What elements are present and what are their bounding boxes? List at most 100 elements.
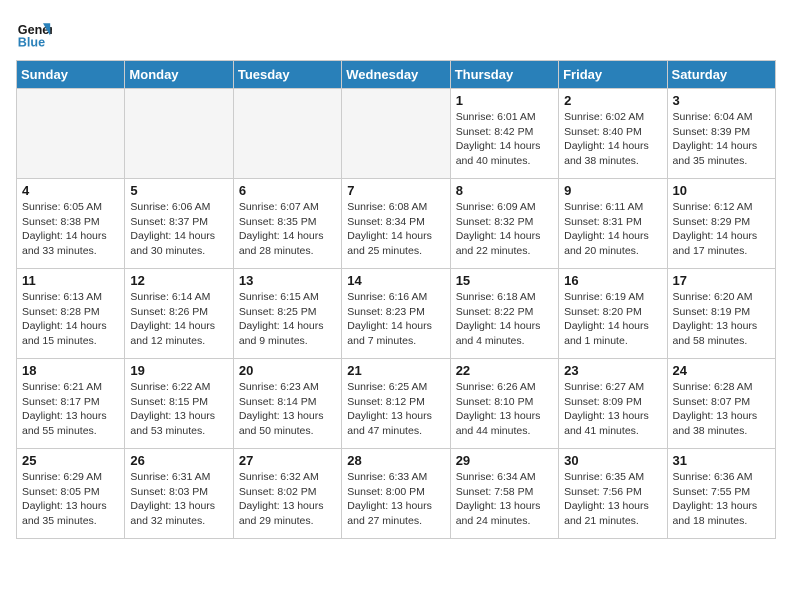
calendar-cell: 20 Sunrise: 6:23 AMSunset: 8:14 PMDayligh… xyxy=(233,359,341,449)
header: General Blue xyxy=(16,16,776,52)
day-number: 3 xyxy=(673,93,770,108)
day-info: Sunrise: 6:14 AMSunset: 8:26 PMDaylight:… xyxy=(130,290,227,349)
day-number: 25 xyxy=(22,453,119,468)
calendar-cell: 15Sunrise: 6:18 AMSunset: 8:22 PMDayligh… xyxy=(450,269,558,359)
day-info: Sunrise: 6:32 AMSunset: 8:02 PMDaylight:… xyxy=(239,470,336,529)
day-number: 21 xyxy=(347,363,444,378)
day-info: Sunrise: 6:04 AMSunset: 8:39 PMDaylight:… xyxy=(673,110,770,169)
day-number: 8 xyxy=(456,183,553,198)
weekday-header-tuesday: Tuesday xyxy=(233,61,341,89)
day-info: Sunrise: 6:06 AMSunset: 8:37 PMDaylight:… xyxy=(130,200,227,259)
day-number: 4 xyxy=(22,183,119,198)
day-number: 19 xyxy=(130,363,227,378)
day-number: 14 xyxy=(347,273,444,288)
day-number: 13 xyxy=(239,273,336,288)
day-number: 23 xyxy=(564,363,661,378)
day-number: 22 xyxy=(456,363,553,378)
svg-text:Blue: Blue xyxy=(18,36,45,50)
calendar-cell: 18 Sunrise: 6:21 AMSunset: 8:17 PMDayligh… xyxy=(17,359,125,449)
calendar-cell xyxy=(17,89,125,179)
day-info: Sunrise: 6:16 AMSunset: 8:23 PMDaylight:… xyxy=(347,290,444,349)
day-info: Sunrise: 6:20 AMSunset: 8:19 PMDaylight:… xyxy=(673,290,770,349)
day-number: 6 xyxy=(239,183,336,198)
day-info: Sunrise: 6:25 AMSunset: 8:12 PMDaylight:… xyxy=(347,380,444,439)
calendar-table: SundayMondayTuesdayWednesdayThursdayFrid… xyxy=(16,60,776,539)
calendar-cell xyxy=(233,89,341,179)
day-number: 18 xyxy=(22,363,119,378)
calendar-cell: 30 Sunrise: 6:35 AMSunset: 7:56 PMDayligh… xyxy=(559,449,667,539)
day-info: Sunrise: 6:15 AMSunset: 8:25 PMDaylight:… xyxy=(239,290,336,349)
calendar-cell: 19 Sunrise: 6:22 AMSunset: 8:15 PMDayligh… xyxy=(125,359,233,449)
logo-icon: General Blue xyxy=(16,16,52,52)
day-info: Sunrise: 6:09 AMSunset: 8:32 PMDaylight:… xyxy=(456,200,553,259)
calendar-cell: 7Sunrise: 6:08 AMSunset: 8:34 PMDaylight… xyxy=(342,179,450,269)
calendar-cell: 21 Sunrise: 6:25 AMSunset: 8:12 PMDayligh… xyxy=(342,359,450,449)
day-number: 1 xyxy=(456,93,553,108)
day-info: Sunrise: 6:05 AMSunset: 8:38 PMDaylight:… xyxy=(22,200,119,259)
day-number: 17 xyxy=(673,273,770,288)
weekday-header-saturday: Saturday xyxy=(667,61,775,89)
day-info: Sunrise: 6:01 AMSunset: 8:42 PMDaylight:… xyxy=(456,110,553,169)
calendar-cell: 25 Sunrise: 6:29 AMSunset: 8:05 PMDayligh… xyxy=(17,449,125,539)
day-info: Sunrise: 6:35 AMSunset: 7:56 PMDaylight:… xyxy=(564,470,661,529)
calendar-cell: 22 Sunrise: 6:26 AMSunset: 8:10 PMDayligh… xyxy=(450,359,558,449)
day-info: Sunrise: 6:07 AMSunset: 8:35 PMDaylight:… xyxy=(239,200,336,259)
calendar-cell: 14 Sunrise: 6:16 AMSunset: 8:23 PMDayligh… xyxy=(342,269,450,359)
day-info: Sunrise: 6:21 AMSunset: 8:17 PMDaylight:… xyxy=(22,380,119,439)
day-number: 29 xyxy=(456,453,553,468)
weekday-header-sunday: Sunday xyxy=(17,61,125,89)
day-info: Sunrise: 6:27 AMSunset: 8:09 PMDaylight:… xyxy=(564,380,661,439)
day-number: 31 xyxy=(673,453,770,468)
day-info: Sunrise: 6:12 AMSunset: 8:29 PMDaylight:… xyxy=(673,200,770,259)
day-info: Sunrise: 6:23 AMSunset: 8:14 PMDaylight:… xyxy=(239,380,336,439)
day-info: Sunrise: 6:08 AMSunset: 8:34 PMDaylight:… xyxy=(347,200,444,259)
day-info: Sunrise: 6:11 AMSunset: 8:31 PMDaylight:… xyxy=(564,200,661,259)
calendar-cell: 9Sunrise: 6:11 AMSunset: 8:31 PMDaylight… xyxy=(559,179,667,269)
day-number: 16 xyxy=(564,273,661,288)
calendar-cell: 3 Sunrise: 6:04 AMSunset: 8:39 PMDaylight… xyxy=(667,89,775,179)
day-number: 28 xyxy=(347,453,444,468)
day-number: 15 xyxy=(456,273,553,288)
day-number: 12 xyxy=(130,273,227,288)
day-info: Sunrise: 6:28 AMSunset: 8:07 PMDaylight:… xyxy=(673,380,770,439)
calendar-cell: 23 Sunrise: 6:27 AMSunset: 8:09 PMDayligh… xyxy=(559,359,667,449)
calendar-cell xyxy=(342,89,450,179)
day-info: Sunrise: 6:26 AMSunset: 8:10 PMDaylight:… xyxy=(456,380,553,439)
day-info: Sunrise: 6:36 AMSunset: 7:55 PMDaylight:… xyxy=(673,470,770,529)
calendar-cell: 24Sunrise: 6:28 AMSunset: 8:07 PMDayligh… xyxy=(667,359,775,449)
day-number: 5 xyxy=(130,183,227,198)
day-info: Sunrise: 6:22 AMSunset: 8:15 PMDaylight:… xyxy=(130,380,227,439)
day-number: 26 xyxy=(130,453,227,468)
day-info: Sunrise: 6:19 AMSunset: 8:20 PMDaylight:… xyxy=(564,290,661,349)
calendar-cell: 2 Sunrise: 6:02 AMSunset: 8:40 PMDaylight… xyxy=(559,89,667,179)
day-number: 20 xyxy=(239,363,336,378)
weekday-header-friday: Friday xyxy=(559,61,667,89)
calendar-cell: 10 Sunrise: 6:12 AMSunset: 8:29 PMDayligh… xyxy=(667,179,775,269)
calendar-cell: 6 Sunrise: 6:07 AMSunset: 8:35 PMDaylight… xyxy=(233,179,341,269)
day-number: 30 xyxy=(564,453,661,468)
day-info: Sunrise: 6:34 AMSunset: 7:58 PMDaylight:… xyxy=(456,470,553,529)
calendar-cell: 28 Sunrise: 6:33 AMSunset: 8:00 PMDayligh… xyxy=(342,449,450,539)
day-number: 10 xyxy=(673,183,770,198)
calendar-cell xyxy=(125,89,233,179)
day-info: Sunrise: 6:33 AMSunset: 8:00 PMDaylight:… xyxy=(347,470,444,529)
logo: General Blue xyxy=(16,16,52,52)
weekday-header-wednesday: Wednesday xyxy=(342,61,450,89)
day-number: 11 xyxy=(22,273,119,288)
calendar-cell: 31 Sunrise: 6:36 AMSunset: 7:55 PMDayligh… xyxy=(667,449,775,539)
day-number: 27 xyxy=(239,453,336,468)
day-info: Sunrise: 6:29 AMSunset: 8:05 PMDaylight:… xyxy=(22,470,119,529)
calendar-cell: 1 Sunrise: 6:01 AMSunset: 8:42 PMDaylight… xyxy=(450,89,558,179)
day-number: 2 xyxy=(564,93,661,108)
day-info: Sunrise: 6:31 AMSunset: 8:03 PMDaylight:… xyxy=(130,470,227,529)
calendar-cell: 12 Sunrise: 6:14 AMSunset: 8:26 PMDayligh… xyxy=(125,269,233,359)
calendar-cell: 16 Sunrise: 6:19 AMSunset: 8:20 PMDayligh… xyxy=(559,269,667,359)
calendar-cell: 26 Sunrise: 6:31 AMSunset: 8:03 PMDayligh… xyxy=(125,449,233,539)
calendar-cell: 11 Sunrise: 6:13 AMSunset: 8:28 PMDayligh… xyxy=(17,269,125,359)
day-info: Sunrise: 6:13 AMSunset: 8:28 PMDaylight:… xyxy=(22,290,119,349)
weekday-header-monday: Monday xyxy=(125,61,233,89)
calendar-cell: 27 Sunrise: 6:32 AMSunset: 8:02 PMDayligh… xyxy=(233,449,341,539)
calendar-cell: 4 Sunrise: 6:05 AMSunset: 8:38 PMDaylight… xyxy=(17,179,125,269)
calendar-cell: 5 Sunrise: 6:06 AMSunset: 8:37 PMDaylight… xyxy=(125,179,233,269)
day-info: Sunrise: 6:02 AMSunset: 8:40 PMDaylight:… xyxy=(564,110,661,169)
